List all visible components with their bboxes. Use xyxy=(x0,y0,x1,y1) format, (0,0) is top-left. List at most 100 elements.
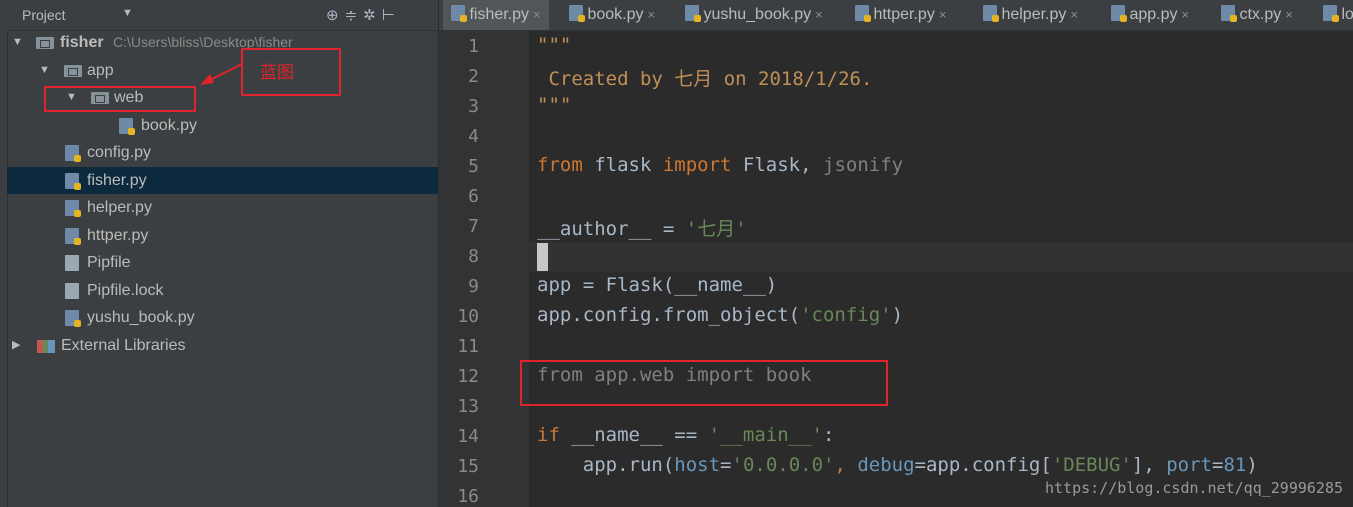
expand-arrow-icon[interactable]: ▼ xyxy=(12,29,23,56)
tree-label: app xyxy=(87,62,114,79)
text-cursor xyxy=(537,243,548,271)
collapse-icon[interactable]: ≑ xyxy=(345,7,364,24)
code-token: port xyxy=(1166,454,1212,476)
close-icon[interactable]: × xyxy=(1070,7,1078,22)
tab-app-py[interactable]: app.py × xyxy=(1105,0,1195,30)
line-number: 2 xyxy=(468,66,479,87)
code-line-3: """ xyxy=(537,94,572,116)
project-toolbar: Project ▼ ⊕≑✲⊢ xyxy=(0,0,438,31)
tree-item-httper-py[interactable]: httper.py xyxy=(7,222,438,249)
expand-arrow-icon[interactable]: ▼ xyxy=(39,57,50,84)
tab-httper-py[interactable]: httper.py × xyxy=(849,0,952,30)
code-token: 'DEBUG' xyxy=(1051,454,1132,476)
text-file-icon xyxy=(65,255,79,271)
tab-label: app.py xyxy=(1129,6,1178,23)
close-icon[interactable]: × xyxy=(939,7,947,22)
code-token: __name__ == xyxy=(559,424,709,446)
code-token: '__main__' xyxy=(708,424,823,446)
close-icon[interactable]: × xyxy=(1285,7,1293,22)
code-line-5: from flask import Flask, jsonify xyxy=(537,154,903,176)
expand-arrow-icon[interactable]: ▶ xyxy=(12,332,20,359)
code-token: debug xyxy=(857,454,915,476)
chevron-down-icon[interactable]: ▼ xyxy=(122,7,133,19)
code-token: jsonify xyxy=(823,154,904,176)
code-token: ) xyxy=(891,304,904,326)
code-token: Flask, xyxy=(731,154,823,176)
tab-label: lo xyxy=(1341,6,1353,23)
tree-label: yushu_book.py xyxy=(87,309,195,326)
tab-label: helper.py xyxy=(1001,6,1067,23)
tree-label: Pipfile xyxy=(87,254,131,271)
tab-lo[interactable]: lo xyxy=(1317,0,1353,30)
python-file-icon xyxy=(65,310,81,327)
tab-label: book.py xyxy=(587,6,644,23)
code-line-9: app = Flask(__name__) xyxy=(537,274,778,296)
close-icon[interactable]: × xyxy=(648,7,656,22)
tree-label: httper.py xyxy=(87,227,149,244)
tab-helper-py[interactable]: helper.py × xyxy=(977,0,1084,30)
tree-label: Pipfile.lock xyxy=(87,282,164,299)
code-token: flask xyxy=(582,154,663,176)
code-token: 'config' xyxy=(800,304,892,326)
code-token: ], xyxy=(1131,454,1167,476)
close-icon[interactable]: × xyxy=(533,7,541,22)
line-number: 12 xyxy=(457,366,479,387)
tree-item-pipfile[interactable]: Pipfile xyxy=(7,249,438,276)
tab-label: ctx.py xyxy=(1239,6,1282,23)
tab-label: httper.py xyxy=(873,6,935,23)
current-line-highlight xyxy=(529,242,1353,272)
tab-label: fisher.py xyxy=(469,6,530,23)
close-icon[interactable]: × xyxy=(815,7,823,22)
tree-item-external-libraries[interactable]: ▶ External Libraries xyxy=(7,332,438,359)
code-token: = xyxy=(1212,454,1224,476)
line-number: 14 xyxy=(457,426,479,447)
tree-item-fisher-py[interactable]: fisher.py xyxy=(7,167,438,194)
tab-yushu-book-py[interactable]: yushu_book.py × xyxy=(679,0,829,30)
line-number: 6 xyxy=(468,186,479,207)
library-icon xyxy=(37,340,55,353)
tree-label: helper.py xyxy=(87,199,152,216)
tree-item-yushu-book-py[interactable]: yushu_book.py xyxy=(7,304,438,331)
code-line-1: """ xyxy=(537,34,572,56)
tree-item-helper-py[interactable]: helper.py xyxy=(7,194,438,221)
code-token: app.config.from_object( xyxy=(537,304,801,326)
tree-label: fisher xyxy=(60,34,104,51)
python-file-icon xyxy=(983,5,999,22)
line-number: 3 xyxy=(468,96,479,117)
text-file-icon xyxy=(65,283,79,299)
code-token: import xyxy=(662,154,732,176)
code-line-10: app.config.from_object('config') xyxy=(537,304,903,326)
python-file-icon xyxy=(65,200,81,217)
tree-item-fisher[interactable]: ▼ fisher C:\Users\bliss\Desktop\fisher xyxy=(7,29,438,56)
code-token: : xyxy=(823,424,835,446)
tab-fisher-py[interactable]: fisher.py × xyxy=(443,0,549,30)
line-number: 1 xyxy=(468,36,479,57)
target-icon[interactable]: ⊕ xyxy=(326,7,345,24)
tab-label: yushu_book.py xyxy=(703,6,812,23)
project-view-selector[interactable]: Project xyxy=(22,7,66,23)
python-file-icon xyxy=(855,5,871,22)
line-number: 16 xyxy=(457,486,479,507)
tab-ctx-py[interactable]: ctx.py × xyxy=(1215,0,1299,30)
tree-item-config-py[interactable]: config.py xyxy=(7,139,438,166)
line-number: 4 xyxy=(468,126,479,147)
line-number: 15 xyxy=(457,456,479,477)
python-file-icon xyxy=(65,228,81,245)
annotation-arrow-icon xyxy=(200,63,243,85)
editor-tab-bar: fisher.py × book.py × yushu_book.py × httpe… xyxy=(439,0,1353,31)
code-token: =app.config[ xyxy=(914,454,1052,476)
line-number: 8 xyxy=(468,246,479,267)
tree-item-book-py[interactable]: book.py xyxy=(7,112,438,139)
code-token: __author__ = xyxy=(537,218,686,240)
tree-item-pipfile-lock[interactable]: Pipfile.lock xyxy=(7,277,438,304)
hide-icon[interactable]: ⊢ xyxy=(382,7,401,24)
code-token: '0.0.0.0' xyxy=(731,454,835,476)
tree-label: book.py xyxy=(141,117,198,134)
close-icon[interactable]: × xyxy=(1182,7,1190,22)
tab-book-py[interactable]: book.py × xyxy=(563,0,661,30)
code-line-7: __author__ = '七月' xyxy=(537,214,747,241)
tree-label: External Libraries xyxy=(61,337,186,354)
gear-icon[interactable]: ✲ xyxy=(363,7,382,24)
project-toolbar-icons[interactable]: ⊕≑✲⊢ xyxy=(326,6,401,24)
line-number: 9 xyxy=(468,276,479,297)
